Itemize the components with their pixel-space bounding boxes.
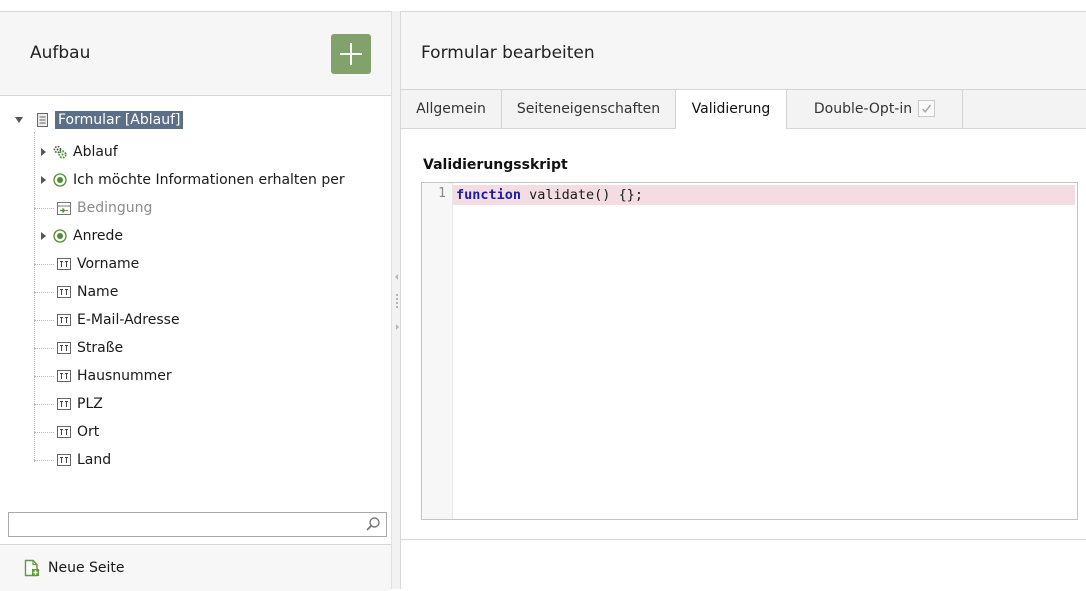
new-page-icon	[24, 559, 39, 577]
tree-item-label: Straße	[77, 340, 124, 356]
code-keyword: function	[456, 187, 522, 203]
tree-item-ort[interactable]: Ort	[53, 420, 99, 444]
code-line[interactable]: function validate() {};	[453, 185, 1075, 205]
textfield-icon	[57, 313, 71, 327]
double-opt-in-checkbox[interactable]	[918, 99, 936, 117]
edit-form-panel: Formular bearbeiten Allgemein Seiteneige…	[401, 11, 1086, 590]
code-editor[interactable]: 1 function validate() {};	[421, 182, 1078, 520]
textfield-icon	[57, 453, 71, 467]
tree-item-strasse[interactable]: Straße	[53, 336, 123, 360]
tree-item-land[interactable]: Land	[53, 448, 111, 472]
tab-double-opt-in[interactable]: Double-Opt-in	[787, 90, 963, 128]
tab-label: Double-Opt-in	[813, 101, 913, 117]
radio-icon	[53, 173, 67, 187]
tab-validierung[interactable]: Validierung	[676, 90, 787, 129]
structure-tree: Formular [Ablauf] Ablauf Ich möchte Info…	[0, 96, 391, 496]
tree-item-label: Hausnummer	[77, 368, 172, 384]
tree-item-label: Ort	[77, 424, 100, 440]
tree-item-name[interactable]: Name	[53, 280, 118, 304]
collapse-left-icon[interactable]	[395, 274, 398, 280]
structure-title: Aufbau	[30, 43, 91, 63]
radio-icon	[53, 229, 67, 243]
tree-item-label: Bedingung	[77, 200, 153, 216]
textfield-icon	[57, 425, 71, 439]
footer-divider	[401, 539, 1086, 540]
code-text: validate() {};	[521, 187, 643, 203]
tree-item-label: PLZ	[77, 396, 103, 412]
tree-guide-line	[34, 132, 35, 462]
line-number-gutter: 1	[422, 183, 453, 519]
tree-item-ablauf[interactable]: Ablauf	[37, 140, 118, 164]
tab-label: Allgemein	[416, 101, 486, 117]
form-icon	[35, 113, 49, 127]
tree-item-formular[interactable]: Formular [Ablauf]	[13, 108, 184, 132]
tree-item-hausnummer[interactable]: Hausnummer	[53, 364, 172, 388]
tree-item-vorname[interactable]: Vorname	[53, 252, 139, 276]
tree-item-label: Name	[77, 284, 119, 300]
search-icon[interactable]	[365, 516, 381, 536]
collapse-toggle[interactable]	[13, 114, 25, 126]
tree-item-informationen[interactable]: Ich möchte Informationen erhalten per	[37, 168, 345, 192]
tree-item-label: Land	[77, 452, 112, 468]
collapse-right-icon[interactable]	[396, 324, 399, 330]
triangle-down-icon	[15, 117, 23, 123]
structure-panel: Aufbau Formular [Ablauf] Ablauf Ich möch…	[0, 11, 391, 591]
tree-item-label: Formular [Ablauf]	[55, 111, 184, 129]
tab-bar: Allgemein Seiteneigenschaften Validierun…	[401, 90, 1086, 129]
triangle-right-icon	[40, 148, 46, 156]
textfield-icon	[57, 257, 71, 271]
grip-icon	[396, 294, 400, 308]
checkmark-icon	[922, 104, 932, 113]
tab-label: Seiteneigenschaften	[516, 101, 661, 117]
condition-icon	[57, 201, 71, 215]
tree-item-anrede[interactable]: Anrede	[37, 224, 123, 248]
validation-script-label: Validierungsskript	[423, 157, 568, 173]
tree-item-label: Ich möchte Informationen erhalten per	[73, 172, 345, 188]
tree-item-label: Ablauf	[73, 144, 118, 160]
textfield-icon	[57, 369, 71, 383]
tab-seiteneigenschaften[interactable]: Seiteneigenschaften	[502, 90, 676, 128]
new-page-button[interactable]: Neue Seite	[24, 559, 125, 577]
tree-item-email[interactable]: E-Mail-Adresse	[53, 308, 180, 332]
textfield-icon	[57, 397, 71, 411]
tree-search-input[interactable]	[8, 512, 387, 537]
structure-header: Aufbau	[0, 12, 391, 96]
gears-icon	[53, 145, 67, 159]
page-title: Formular bearbeiten	[421, 43, 595, 63]
tree-item-bedingung[interactable]: Bedingung	[53, 196, 152, 220]
new-page-label: Neue Seite	[48, 560, 125, 576]
edit-form-header: Formular bearbeiten	[401, 12, 1086, 90]
expand-toggle[interactable]	[37, 230, 49, 242]
tree-item-label: E-Mail-Adresse	[77, 312, 180, 328]
tree-item-label: Vorname	[77, 256, 140, 272]
triangle-right-icon	[40, 232, 46, 240]
tree-item-label: Anrede	[73, 228, 124, 244]
add-element-button[interactable]	[331, 34, 371, 74]
triangle-right-icon	[40, 176, 46, 184]
textfield-icon	[57, 341, 71, 355]
line-number: 1	[438, 186, 446, 201]
tab-label: Validierung	[691, 101, 771, 117]
tree-item-plz[interactable]: PLZ	[53, 392, 103, 416]
tab-allgemein[interactable]: Allgemein	[401, 90, 502, 128]
textfield-icon	[57, 285, 71, 299]
expand-toggle[interactable]	[37, 174, 49, 186]
structure-footer: Neue Seite	[0, 544, 391, 591]
expand-toggle[interactable]	[37, 146, 49, 158]
panel-splitter[interactable]	[391, 11, 401, 589]
